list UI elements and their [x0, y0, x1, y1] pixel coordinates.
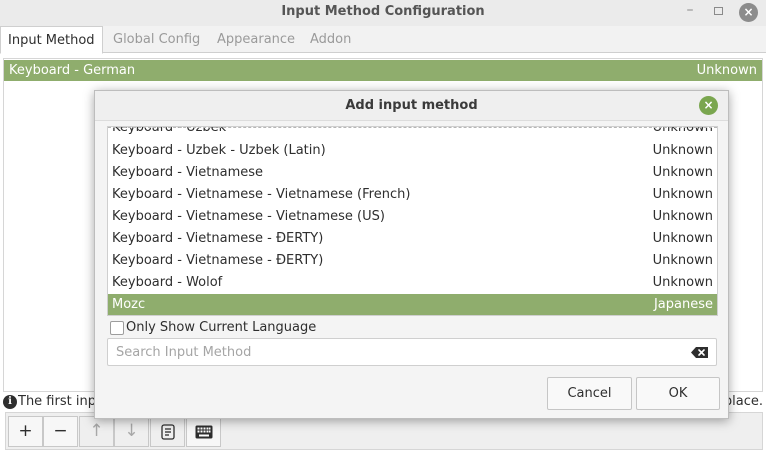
- tab-appearance[interactable]: Appearance: [217, 26, 295, 53]
- maximize-icon: [713, 7, 723, 15]
- info-text-start: The first inpu: [18, 394, 105, 409]
- search-placeholder: Search Input Method: [116, 345, 252, 360]
- list-item[interactable]: Keyboard - Vietnamese - Vietnamese (Fren…: [108, 184, 717, 206]
- list-item-selected[interactable]: Mozc Japanese: [108, 294, 717, 315]
- item-name: Keyboard - Vietnamese - Vietnamese (Fren…: [112, 187, 411, 202]
- item-language: Japanese: [653, 297, 713, 312]
- move-down-button[interactable]: ↓: [114, 416, 149, 447]
- tab-input-method[interactable]: Input Method: [0, 26, 103, 54]
- list-item[interactable]: Keyboard - Uzbek - Uzbek (Latin) Unknown: [108, 140, 717, 162]
- list-item[interactable]: Keyboard - Wolof Unknown: [108, 272, 717, 294]
- only-current-language-label[interactable]: Only Show Current Language: [126, 320, 316, 335]
- search-input[interactable]: Search Input Method: [107, 338, 717, 366]
- minimize-button[interactable]: –: [680, 2, 700, 22]
- dialog-title: Add input method: [345, 98, 478, 113]
- list-item[interactable]: Keyboard - German Unknown: [4, 60, 762, 81]
- input-method-name: Keyboard - German: [9, 63, 136, 78]
- clear-search-icon[interactable]: [691, 347, 709, 358]
- item-language: Unknown: [652, 231, 713, 246]
- dialog-titlebar: Add input method ×: [95, 91, 728, 121]
- window-titlebar: Input Method Configuration – ×: [0, 0, 766, 26]
- window-title: Input Method Configuration: [281, 4, 485, 19]
- tab-bar: Input Method Global Config Appearance Ad…: [0, 26, 766, 54]
- maximize-button[interactable]: [708, 4, 728, 24]
- list-item[interactable]: Keyboard - Vietnamese - ĐERTY) Unknown: [108, 250, 717, 272]
- available-input-methods-list[interactable]: Keyboard - Uzbek Unknown Keyboard - Uzbe…: [107, 126, 718, 316]
- cancel-button[interactable]: Cancel: [547, 377, 632, 410]
- info-icon: i: [3, 395, 17, 409]
- item-language: Unknown: [652, 165, 713, 180]
- list-item[interactable]: Keyboard - Vietnamese - ĐERTY) Unknown: [108, 228, 717, 250]
- item-name: Keyboard - Vietnamese: [112, 165, 264, 180]
- add-button[interactable]: +: [8, 416, 43, 447]
- item-language: Unknown: [652, 253, 713, 268]
- item-language: Unknown: [652, 209, 713, 224]
- item-name: Mozc: [112, 297, 146, 312]
- item-name: Keyboard - Vietnamese - ĐERTY): [112, 253, 324, 268]
- item-name: Keyboard - Vietnamese - Vietnamese (US): [112, 209, 385, 224]
- add-input-method-dialog: Add input method × Keyboard - Uzbek Unkn…: [94, 90, 729, 419]
- dialog-close-button[interactable]: ×: [699, 96, 718, 115]
- keyboard-icon: [195, 425, 212, 439]
- only-current-language-checkbox[interactable]: [110, 321, 124, 335]
- remove-button[interactable]: −: [43, 416, 78, 447]
- scroll-indicator: [108, 127, 717, 128]
- close-button[interactable]: ×: [739, 3, 758, 22]
- configure-button[interactable]: [150, 416, 185, 447]
- info-text-end: place.: [723, 394, 763, 409]
- list-item[interactable]: Keyboard - Vietnamese Unknown: [108, 162, 717, 184]
- input-method-language: Unknown: [696, 63, 757, 78]
- item-name: Keyboard - Vietnamese - ĐERTY): [112, 231, 324, 246]
- tab-global-config[interactable]: Global Config: [113, 26, 200, 53]
- item-name: Keyboard - Wolof: [112, 275, 223, 290]
- tab-addon[interactable]: Addon: [310, 26, 351, 53]
- keyboard-layout-button[interactable]: [186, 416, 221, 447]
- item-language: Unknown: [652, 275, 713, 290]
- list-item[interactable]: Keyboard - Vietnamese - Vietnamese (US) …: [108, 206, 717, 228]
- move-up-button[interactable]: ↑: [79, 416, 114, 447]
- item-language: Unknown: [652, 187, 713, 202]
- item-name: Keyboard - Uzbek - Uzbek (Latin): [112, 143, 326, 158]
- item-language: Unknown: [652, 143, 713, 158]
- ok-button[interactable]: OK: [636, 377, 720, 410]
- configure-icon: [160, 424, 175, 440]
